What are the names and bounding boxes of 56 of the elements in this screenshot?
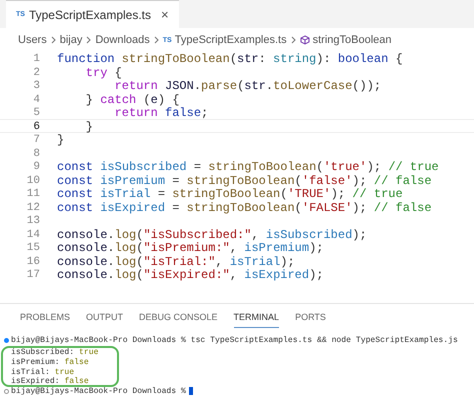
terminal-prompt: bijay@Bijays-MacBook-Pro Downloads % [11, 386, 186, 396]
panel-tab[interactable]: PROBLEMS [20, 312, 70, 328]
line-number: 1 [32, 52, 40, 64]
line-number: 14 [26, 228, 40, 240]
terminal-output: isPremium: false [11, 358, 89, 367]
panel-tab[interactable]: OUTPUT [86, 312, 124, 328]
terminal-command: bijay@Bijays-MacBook-Pro Downloads % tsc TypeScriptExamples.ts && node TypeScriptExamples.js [11, 336, 458, 346]
line-number: 7 [32, 133, 40, 146]
code-line: const isPremium = stringToBoolean('false'); // false [57, 174, 432, 186]
code-line: } [84, 120, 94, 132]
line-number: 8 [32, 146, 40, 159]
code-line: console.log("isSubscribed:", isSubscribed); [57, 228, 367, 240]
code-line: const isSubscribed = stringToBoolean('true'); // true [57, 160, 439, 172]
code-line: return false; [114, 106, 208, 118]
code-line: console.log("isExpired:", isExpired); [57, 268, 324, 280]
line-number: 16 [26, 254, 40, 267]
chevron-icon [290, 36, 297, 44]
breadcrumb-item[interactable]: Downloads [95, 34, 150, 46]
breadcrumb-item[interactable]: TypeScriptExamples.ts [174, 34, 287, 46]
line-number: 3 [32, 79, 40, 92]
panel-tab[interactable]: TERMINAL [234, 312, 280, 328]
line-number: 17 [26, 268, 40, 280]
code-line: const isTrial = stringToBoolean('TRUE'); // true [57, 187, 403, 200]
line-number: 13 [26, 214, 40, 226]
breadcrumb-item[interactable]: bijay [60, 34, 82, 46]
breadcrumb-item[interactable]: Users [18, 34, 47, 46]
line-number: 9 [32, 160, 40, 172]
line-number: 11 [26, 187, 40, 200]
chevron-icon [152, 36, 160, 44]
code-line: console.log("isTrial:", isTrial); [57, 254, 295, 267]
terminal-output: isExpired: false [11, 377, 89, 386]
tab-label: TypeScriptExamples.ts [28, 8, 151, 22]
code-line: } [57, 133, 64, 146]
line-number: 15 [26, 241, 40, 254]
line-number: 2 [32, 66, 40, 78]
line-number: 6 [32, 120, 40, 132]
code-line: try { [84, 66, 122, 78]
close-icon[interactable]: × [161, 7, 169, 22]
code-line: const isExpired = stringToBoolean('FALSE'); // false [57, 200, 432, 213]
code-line: return JSON.parse(str.toLowerCase()); [114, 79, 382, 92]
breadcrumb-item[interactable]: stringToBoolean [312, 34, 392, 46]
line-number: 5 [32, 106, 40, 118]
code-line: console.log("isPremium:", isPremium); [57, 241, 324, 254]
terminal-output: isSubscribed: true [11, 348, 98, 358]
panel-tab[interactable]: DEBUG CONSOLE [139, 312, 218, 328]
code-line: function stringToBoolean(str: string): boolean { [57, 52, 403, 64]
line-number: 4 [32, 92, 40, 105]
cube-icon [300, 35, 310, 45]
terminal-cursor [188, 387, 193, 396]
panel-tab[interactable]: PORTS [295, 312, 326, 328]
line-number: 10 [26, 174, 40, 186]
terminal-output: isTrial: true [11, 368, 74, 377]
code-line: } catch (e) { [84, 92, 180, 105]
chevron-icon [50, 36, 57, 44]
line-number: 12 [26, 200, 40, 213]
chevron-icon [85, 36, 92, 44]
